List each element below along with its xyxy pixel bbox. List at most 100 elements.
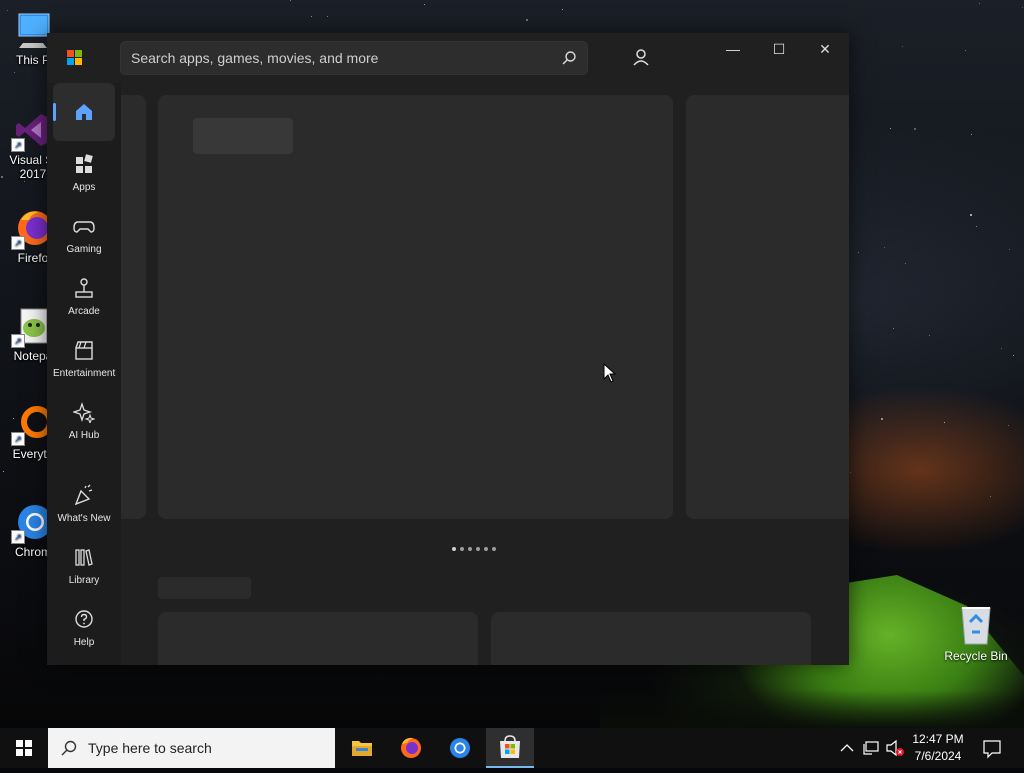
nav-item-apps[interactable]: Apps — [53, 145, 115, 203]
carousel-dot[interactable] — [468, 547, 472, 551]
star — [1013, 355, 1014, 356]
nav-item-help[interactable]: Help — [53, 600, 115, 658]
nav-label: Help — [73, 637, 95, 648]
star — [970, 214, 972, 216]
star — [944, 422, 945, 423]
shortcut-arrow-icon: ↗ — [11, 334, 25, 348]
show-hidden-icons-chevron-icon[interactable] — [838, 728, 856, 768]
title-bar[interactable]: Search apps, games, movies, and more — ☐… — [47, 33, 849, 83]
action-center-icon[interactable] — [981, 728, 1003, 768]
nav-item-whats-new[interactable]: What's New — [53, 476, 115, 534]
taskbar-search-placeholder: Type here to search — [88, 740, 212, 756]
party-icon — [74, 484, 93, 506]
wallpaper-ground — [600, 690, 1024, 730]
carousel-dot[interactable] — [476, 547, 480, 551]
taskbar-firefox[interactable] — [387, 728, 435, 768]
search-icon[interactable] — [561, 50, 577, 66]
taskbar-file-explorer[interactable] — [338, 728, 386, 768]
nav-item-home[interactable] — [53, 83, 115, 141]
shortcut-arrow-icon: ↗ — [11, 432, 25, 446]
nav-label: AI Hub — [68, 430, 100, 441]
taskbar-clock[interactable]: 12:47 PM 7/6/2024 — [906, 731, 970, 765]
nav-item-library[interactable]: Library — [53, 538, 115, 596]
nav-label: Arcade — [68, 306, 100, 317]
shortcut-arrow-icon: ↗ — [11, 530, 25, 544]
volume-muted-icon[interactable] — [884, 728, 906, 768]
network-icon[interactable] — [861, 728, 881, 768]
store-home-content — [121, 83, 849, 665]
content-card-placeholder[interactable] — [158, 612, 478, 665]
desktop-icon-label: Recycle Bin — [944, 649, 1008, 663]
star — [971, 134, 972, 135]
minimize-button[interactable]: — — [710, 33, 756, 65]
star — [884, 247, 885, 248]
star — [1022, 7, 1023, 8]
star — [893, 328, 894, 329]
carousel-card-previous[interactable] — [121, 95, 146, 519]
nav-label: Entertainment — [53, 368, 116, 379]
gamepad-icon — [73, 221, 95, 233]
star — [929, 335, 930, 336]
star — [881, 418, 883, 420]
nav-item-arcade[interactable]: Arcade — [53, 269, 115, 327]
recycle-bin-icon — [961, 607, 991, 645]
carousel-dot[interactable] — [484, 547, 488, 551]
account-icon[interactable] — [630, 46, 652, 68]
nav-label: Gaming — [66, 244, 102, 255]
star — [3, 471, 4, 472]
star — [1008, 425, 1009, 426]
nav-item-ai-hub[interactable]: AI Hub — [53, 393, 115, 451]
nav-item-entertainment[interactable]: Entertainment — [53, 331, 115, 389]
star — [858, 252, 859, 253]
clock-date: 7/6/2024 — [914, 749, 962, 763]
star — [327, 16, 328, 17]
star — [1001, 348, 1002, 349]
star — [562, 9, 563, 10]
star — [24, 181, 25, 182]
joystick-icon — [75, 278, 93, 298]
microsoft-store-icon — [500, 735, 520, 758]
mouse-pointer-icon — [603, 363, 617, 383]
active-indicator — [53, 103, 56, 121]
search-placeholder: Search apps, games, movies, and more — [131, 50, 379, 66]
star — [424, 4, 425, 5]
star — [290, 0, 291, 1]
carousel-page-indicator[interactable] — [452, 538, 500, 556]
shortcut-arrow-icon: ↗ — [11, 236, 25, 250]
star — [311, 16, 312, 17]
shortcut-arrow-icon: ↗ — [11, 138, 25, 152]
chromium-icon — [450, 738, 470, 758]
search-icon — [61, 740, 77, 756]
maximize-button[interactable]: ☐ — [756, 33, 802, 65]
taskbar: Type here to search 12:47 PM 7/6/2024 — [0, 728, 1024, 768]
content-card-placeholder[interactable] — [491, 612, 811, 665]
carousel-card-current[interactable] — [158, 95, 673, 519]
help-icon — [75, 610, 93, 628]
close-button[interactable]: ✕ — [802, 33, 848, 65]
star — [965, 50, 966, 51]
star — [1009, 249, 1010, 250]
star — [990, 496, 991, 497]
nav-label: What's New — [57, 513, 111, 524]
loading-placeholder — [193, 118, 293, 154]
carousel-dot[interactable] — [452, 547, 456, 551]
star — [14, 72, 15, 73]
taskbar-chrome[interactable] — [436, 728, 484, 768]
microsoft-store-window: Search apps, games, movies, and more — ☐… — [47, 33, 849, 665]
star — [976, 226, 977, 227]
carousel-dot[interactable] — [460, 547, 464, 551]
carousel-dot[interactable] — [492, 547, 496, 551]
carousel-card-next[interactable] — [686, 95, 849, 519]
star — [902, 46, 903, 47]
taskbar-microsoft-store[interactable] — [486, 728, 534, 768]
taskbar-search-box[interactable]: Type here to search — [48, 728, 335, 768]
desktop-icon-recycle-bin[interactable]: Recycle Bin — [940, 602, 1012, 663]
clock-time: 12:47 PM — [912, 732, 964, 746]
windows-start-icon[interactable] — [0, 728, 48, 768]
microsoft-store-logo-icon — [67, 50, 83, 66]
file-explorer-icon — [352, 741, 372, 756]
nav-item-gaming[interactable]: Gaming — [53, 207, 115, 265]
library-icon — [75, 549, 93, 566]
store-search-box[interactable]: Search apps, games, movies, and more — [120, 41, 588, 75]
clapperboard-icon — [75, 341, 93, 360]
